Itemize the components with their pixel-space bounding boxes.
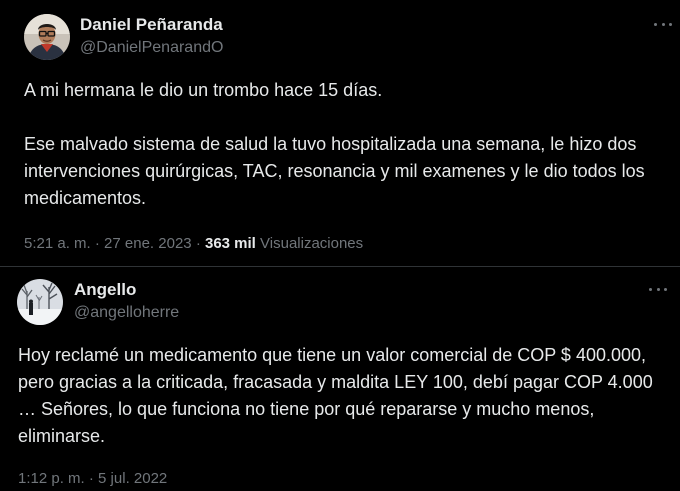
avatar-photo-icon: [24, 14, 70, 60]
meta-separator: ·: [195, 235, 201, 252]
tweet-2[interactable]: Angello @angelloherre Hoy reclamé un med…: [0, 266, 680, 491]
tweet-paragraph: Ese malvado sistema de salud la tuvo hos…: [24, 134, 645, 208]
tweet-text: A mi hermana le dio un trombo hace 15 dí…: [24, 77, 664, 212]
tweet-time[interactable]: 1:12 p. m.: [18, 470, 85, 487]
tweet-paragraph: Hoy reclamé un medicamento que tiene un …: [18, 345, 653, 446]
display-name[interactable]: Angello: [74, 280, 136, 300]
meta-separator: ·: [94, 235, 100, 252]
meta-separator: ·: [88, 470, 94, 487]
avatar-daniel[interactable]: [24, 14, 70, 60]
more-icon[interactable]: [647, 281, 669, 297]
views-count: 363 mil: [204, 235, 256, 252]
tweet-date[interactable]: 5 jul. 2022: [98, 470, 167, 487]
views-label: Visualizaciones: [260, 235, 364, 252]
tweet-meta: 1:12 p. m. · 5 jul. 2022: [18, 470, 167, 487]
tweet-paragraph: A mi hermana le dio un trombo hace 15 dí…: [24, 80, 383, 100]
avatar-photo-icon: [17, 279, 63, 325]
tweet-text: Hoy reclamé un medicamento que tiene un …: [18, 342, 668, 450]
user-handle[interactable]: @DanielPenarandO: [80, 39, 223, 57]
user-handle[interactable]: @angelloherre: [74, 304, 179, 322]
tweet-date[interactable]: 27 ene. 2023: [104, 235, 192, 252]
tweet-meta: 5:21 a. m. · 27 ene. 2023 · 363 mil Visu…: [24, 235, 363, 252]
tweet-1[interactable]: Daniel Peñaranda @DanielPenarandO A mi h…: [0, 0, 680, 266]
more-icon[interactable]: [652, 16, 674, 32]
avatar-angello[interactable]: [17, 279, 63, 325]
display-name[interactable]: Daniel Peñaranda: [80, 15, 223, 35]
tweet-time[interactable]: 5:21 a. m.: [24, 235, 91, 252]
